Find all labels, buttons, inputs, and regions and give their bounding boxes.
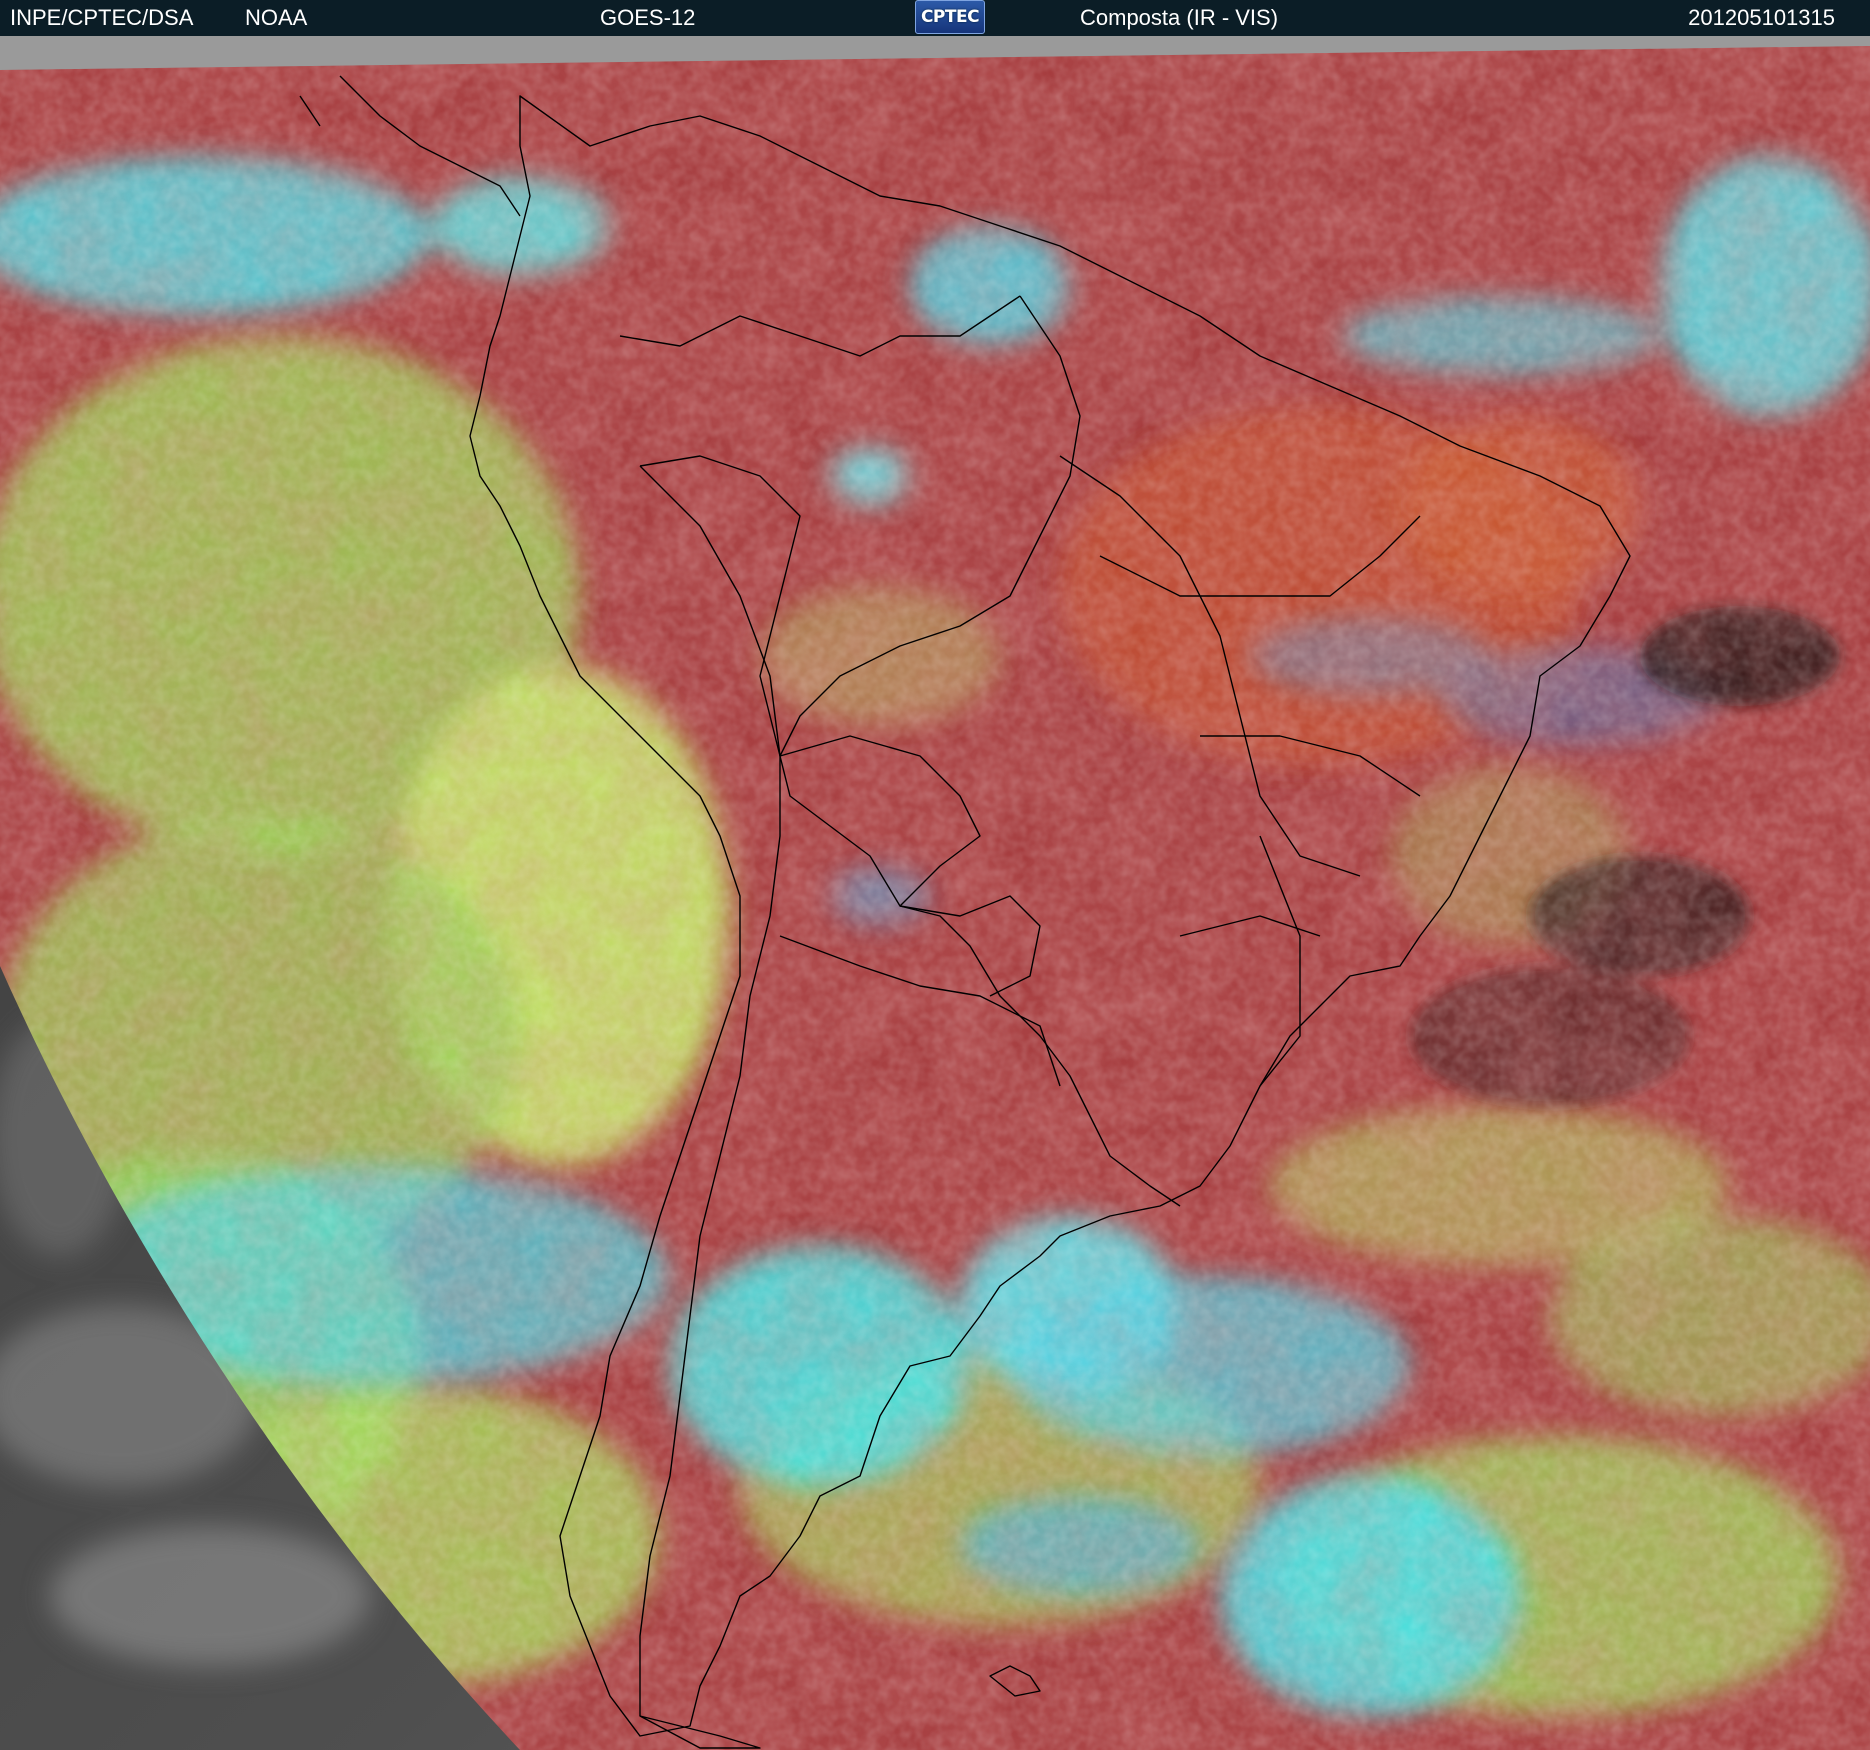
cptec-logo: CPTEC xyxy=(915,0,985,34)
image-header-bar: INPE/CPTEC/DSA NOAA GOES-12 CPTEC Compos… xyxy=(0,0,1870,36)
product-label: Composta (IR - VIS) xyxy=(1080,5,1279,30)
satellite-label: GOES-12 xyxy=(600,5,696,30)
timestamp-label: 201205101315 xyxy=(1688,5,1835,30)
source-label: INPE/CPTEC/DSA xyxy=(10,5,194,30)
satellite-composite-image xyxy=(0,36,1870,1750)
agency-label: NOAA xyxy=(245,5,308,30)
